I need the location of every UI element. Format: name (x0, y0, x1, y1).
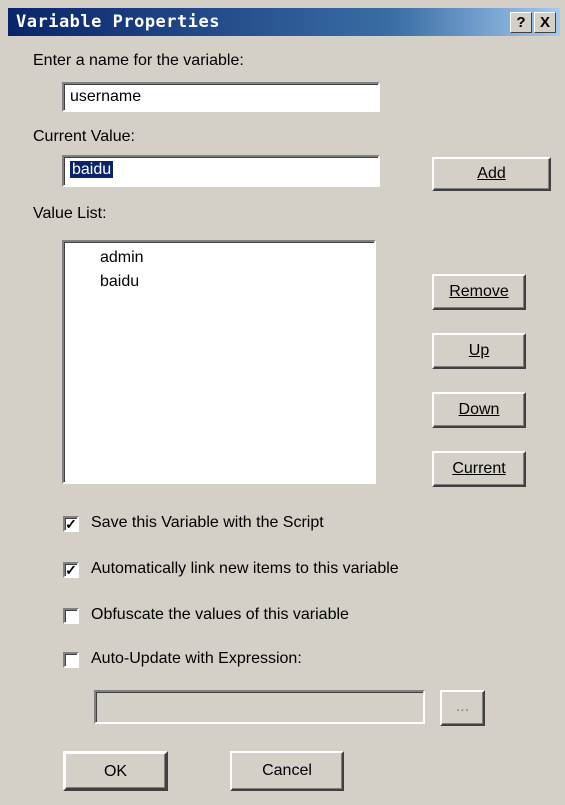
obfuscate-checkbox[interactable] (63, 608, 79, 624)
current-value-label: Current Value: (33, 128, 135, 145)
current-button-label: Current (452, 460, 506, 477)
cancel-button[interactable]: Cancel (230, 751, 344, 791)
add-button[interactable]: Add (432, 157, 551, 191)
close-button[interactable]: X (534, 12, 556, 33)
variable-name-input[interactable]: username (62, 82, 380, 112)
browse-button[interactable]: ... (440, 690, 485, 726)
checkmark-icon: ✓ (65, 562, 77, 578)
add-button-label: Add (477, 165, 506, 182)
auto-link-checkbox[interactable]: ✓ (63, 562, 79, 578)
expression-input[interactable] (94, 690, 425, 724)
dialog-title: Variable Properties (16, 12, 220, 32)
remove-button-label: Remove (449, 283, 509, 300)
checkmark-icon: ✓ (65, 516, 77, 532)
ok-button-label: OK (103, 763, 128, 780)
auto-update-checkbox[interactable] (63, 652, 79, 668)
down-button-label: Down (458, 401, 500, 418)
current-button[interactable]: Current (432, 451, 526, 487)
help-button[interactable]: ? (510, 12, 532, 33)
list-item[interactable]: baidu (100, 273, 139, 291)
obfuscate-label: Obfuscate the values of this variable (91, 606, 349, 623)
remove-button[interactable]: Remove (432, 274, 526, 310)
up-button[interactable]: Up (432, 333, 526, 369)
value-list[interactable]: admin baidu (62, 240, 376, 484)
name-label: Enter a name for the variable: (33, 52, 244, 69)
current-value-text: baidu (70, 161, 114, 178)
cancel-button-label: Cancel (262, 762, 312, 779)
down-button[interactable]: Down (432, 392, 526, 428)
variable-name-value: username (70, 88, 142, 105)
title-bar: Variable Properties ? X (8, 8, 560, 36)
auto-update-label: Auto-Update with Expression: (91, 650, 302, 667)
current-value-input[interactable]: baidu (62, 155, 380, 187)
save-with-script-checkbox[interactable]: ✓ (63, 516, 79, 532)
auto-link-label: Automatically link new items to this var… (91, 560, 399, 577)
value-list-label: Value List: (33, 205, 107, 222)
save-with-script-label: Save this Variable with the Script (91, 514, 324, 531)
ok-button[interactable]: OK (63, 751, 168, 791)
list-item[interactable]: admin (100, 249, 144, 267)
up-button-label: Up (468, 342, 490, 359)
browse-button-label: ... (455, 698, 470, 715)
